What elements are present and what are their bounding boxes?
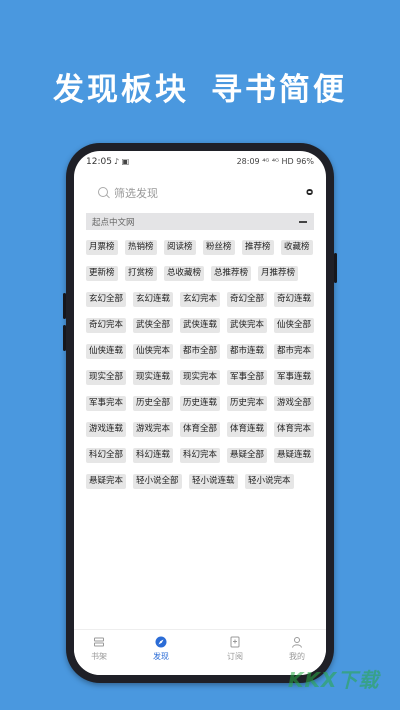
rank-tag[interactable]: 科幻全部 — [86, 448, 127, 463]
phone-screen: 12:05 ♪ ▣ 28:09 ⁴ᴳ ⁴ᴳ HD 96% 筛选发现 ᴑ 起点中文… — [74, 151, 326, 675]
promo-headline: 发现板块 寻书简便 — [0, 64, 400, 109]
rank-tag[interactable]: 都市完本 — [274, 344, 315, 359]
rank-tag[interactable]: 游戏连载 — [86, 422, 127, 437]
rank-tag[interactable]: 轻小说全部 — [133, 474, 182, 489]
headline-right: 寻书简便 — [211, 72, 347, 108]
power-button — [334, 253, 337, 283]
subscribe-icon — [230, 636, 240, 648]
tab-label: 我的 — [289, 652, 305, 661]
rank-tag[interactable]: 奇幻全部 — [227, 292, 268, 307]
section-title: 起点中文网 — [92, 218, 135, 228]
rank-tag[interactable]: 总收藏榜 — [164, 266, 205, 281]
status-indicators: 28:09 ⁴ᴳ ⁴ᴳ HD 96% — [236, 157, 314, 166]
rank-tag[interactable]: 现实全部 — [86, 370, 127, 385]
rank-tag[interactable]: 粉丝榜 — [203, 240, 235, 255]
rank-tag[interactable]: 历史全部 — [133, 396, 174, 411]
rank-tag[interactable]: 仙侠全部 — [274, 318, 315, 333]
rank-tag[interactable]: 阅读榜 — [164, 240, 196, 255]
rank-tag[interactable]: 月推荐榜 — [258, 266, 299, 281]
rank-tag[interactable]: 收藏榜 — [281, 240, 313, 255]
rank-tag[interactable]: 都市全部 — [180, 344, 221, 359]
search-icon — [98, 187, 108, 197]
watermark: KKX下载 — [288, 668, 380, 692]
status-bar: 12:05 ♪ ▣ 28:09 ⁴ᴳ ⁴ᴳ HD 96% — [74, 151, 326, 171]
rank-tag[interactable]: 都市连载 — [227, 344, 268, 359]
rank-tag[interactable]: 悬疑完本 — [86, 474, 127, 489]
phone-frame: 12:05 ♪ ▣ 28:09 ⁴ᴳ ⁴ᴳ HD 96% 筛选发现 ᴑ 起点中文… — [63, 143, 337, 683]
rank-tag[interactable]: 悬疑连载 — [274, 448, 315, 463]
rank-tag[interactable]: 悬疑全部 — [227, 448, 268, 463]
tab-label: 书架 — [91, 652, 107, 661]
rank-tag[interactable]: 更新榜 — [86, 266, 118, 281]
headline-left: 发现板块 — [53, 72, 189, 108]
section-header[interactable]: 起点中文网 — [86, 213, 314, 230]
rank-tag[interactable]: 现实连载 — [133, 370, 174, 385]
rank-tag[interactable]: 军事全部 — [227, 370, 268, 385]
bookshelf-icon — [94, 637, 104, 647]
rank-tag[interactable]: 武侠连载 — [180, 318, 221, 333]
rank-tag[interactable]: 现实完本 — [180, 370, 221, 385]
tab-subscribe[interactable]: 订阅 — [210, 636, 260, 662]
volume-up-button — [63, 293, 66, 319]
rank-tag[interactable]: 奇幻完本 — [86, 318, 127, 333]
compass-icon — [155, 636, 167, 648]
rank-tag[interactable]: 体育全部 — [180, 422, 221, 437]
rank-tag[interactable]: 武侠全部 — [133, 318, 174, 333]
notification-icons: ♪ ▣ — [114, 157, 130, 166]
rank-tag[interactable]: 体育完本 — [274, 422, 315, 437]
tab-bookshelf[interactable]: 书架 — [74, 636, 124, 662]
rank-tag[interactable]: 打赏榜 — [125, 266, 157, 281]
rank-tag[interactable]: 总推荐榜 — [211, 266, 252, 281]
rank-tag[interactable]: 历史完本 — [227, 396, 268, 411]
rank-tag[interactable]: 体育连载 — [227, 422, 268, 437]
profile-icon — [292, 637, 302, 648]
status-time: 12:05 — [86, 157, 112, 167]
rank-tag[interactable]: 月票榜 — [86, 240, 118, 255]
rank-tag[interactable]: 历史连载 — [180, 396, 221, 411]
rank-tag[interactable]: 奇幻连载 — [274, 292, 315, 307]
rank-tag[interactable]: 推荐榜 — [242, 240, 274, 255]
tab-label: 发现 — [153, 652, 169, 661]
collapse-icon[interactable] — [299, 221, 307, 223]
rank-tag[interactable]: 轻小说完本 — [245, 474, 294, 489]
rank-tag[interactable]: 热销榜 — [125, 240, 157, 255]
rank-tag[interactable]: 玄幻完本 — [180, 292, 221, 307]
scan-icon[interactable]: ᴑ — [306, 185, 313, 198]
rank-tag[interactable]: 军事完本 — [86, 396, 127, 411]
rank-tag[interactable]: 轻小说连载 — [189, 474, 238, 489]
volume-down-button — [63, 325, 66, 351]
search-placeholder: 筛选发现 — [114, 187, 158, 200]
search-input[interactable]: 筛选发现 — [90, 185, 280, 203]
tab-discover[interactable]: 发现 — [136, 636, 186, 662]
tab-label: 订阅 — [227, 652, 243, 661]
rank-tag[interactable]: 仙侠完本 — [133, 344, 174, 359]
rank-tag[interactable]: 游戏完本 — [133, 422, 174, 437]
rank-tag[interactable]: 科幻连载 — [133, 448, 174, 463]
rank-tag[interactable]: 游戏全部 — [274, 396, 315, 411]
rank-tag[interactable]: 武侠完本 — [227, 318, 268, 333]
rank-tag[interactable]: 军事连载 — [274, 370, 315, 385]
rank-tag[interactable]: 科幻完本 — [180, 448, 221, 463]
tab-profile[interactable]: 我的 — [272, 636, 322, 662]
rank-tag[interactable]: 仙侠连载 — [86, 344, 127, 359]
rank-tag[interactable]: 玄幻全部 — [86, 292, 127, 307]
rank-tag[interactable]: 玄幻连载 — [133, 292, 174, 307]
